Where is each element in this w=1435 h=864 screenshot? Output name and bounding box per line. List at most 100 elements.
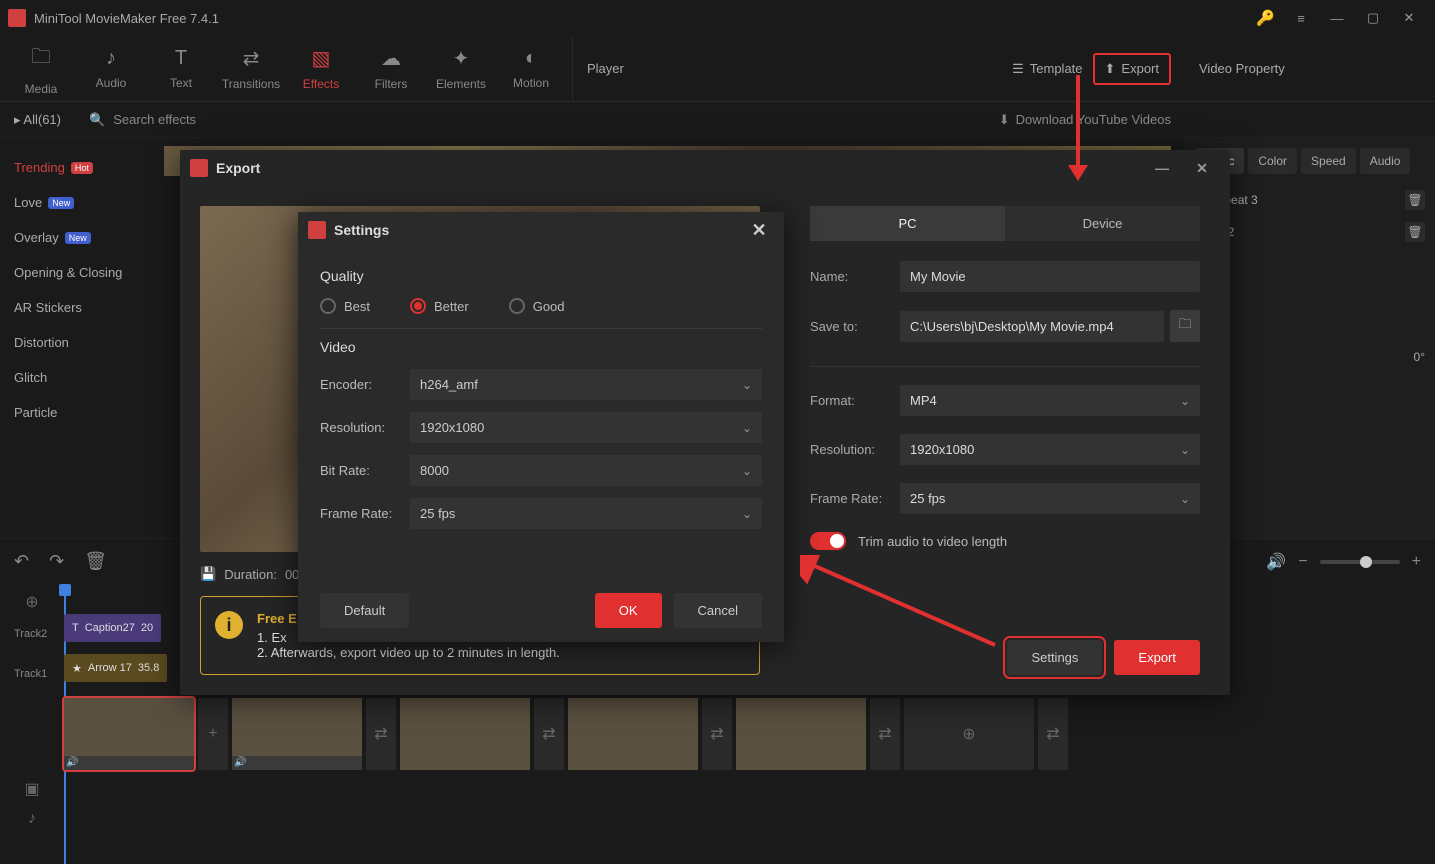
filter-row: ▸ All(61) 🔍 Search effects ⬇ Download Yo… [0, 102, 1435, 138]
delete-icon[interactable]: 🗑 [1405, 222, 1425, 242]
media-icon: 🗀 [31, 42, 51, 76]
close-button[interactable]: ✕ [1391, 0, 1427, 36]
effect-clip[interactable]: ★Arrow 1735.8 [64, 654, 167, 682]
video-clip[interactable] [568, 698, 698, 770]
encoder-select[interactable]: h264_amf⌄ [410, 369, 762, 400]
template-icon: ☰ [1012, 61, 1024, 77]
tool-transitions[interactable]: ⇄Transitions [216, 36, 286, 101]
audio-icon[interactable]: 🔊 [1266, 552, 1286, 572]
text-clip[interactable]: TCaption2720 [64, 614, 161, 642]
export-tab-pc[interactable]: PC [810, 206, 1005, 241]
s-resolution-select[interactable]: 1920x1080⌄ [410, 412, 762, 443]
name-input[interactable]: My Movie [900, 261, 1200, 292]
encoder-label: Encoder: [320, 377, 410, 392]
add-track-icon[interactable]: ⊕ [0, 592, 64, 612]
dialog-minimize-button[interactable]: — [1144, 150, 1180, 186]
s-framerate-select[interactable]: 25 fps⌄ [410, 498, 762, 529]
resolution-select[interactable]: 1920x1080⌄ [900, 434, 1200, 465]
player-label: Player [587, 61, 624, 76]
video-clip[interactable] [736, 698, 866, 770]
maximize-button[interactable]: ▢ [1355, 0, 1391, 36]
sidebar-item-ar-stickers[interactable]: AR Stickers [14, 290, 136, 325]
tool-media[interactable]: 🗀Media [6, 36, 76, 101]
tool-text[interactable]: TText [146, 36, 216, 101]
transition-slot[interactable]: ⇄ [366, 698, 396, 770]
export-dialog-title: Export [216, 160, 260, 176]
window-titlebar: MiniTool MovieMaker Free 7.4.1 🔑 ≡ — ▢ ✕ [0, 0, 1435, 36]
zoom-slider[interactable] [1320, 560, 1400, 564]
quality-radio-best[interactable]: Best [320, 298, 370, 314]
video-clip[interactable]: 🔊 [64, 698, 194, 770]
sidebar-item-love[interactable]: Love New [14, 185, 136, 220]
dialog-close-button[interactable]: ✕ [1184, 150, 1220, 186]
tool-elements[interactable]: ✦Elements [426, 36, 496, 101]
prop-tab-color[interactable]: Color [1248, 148, 1297, 174]
download-youtube-button[interactable]: ⬇ Download YouTube Videos [985, 112, 1185, 128]
quality-radio-better[interactable]: Better [410, 298, 469, 314]
export-button[interactable]: ⬆ Export [1093, 53, 1171, 85]
app-title: MiniTool MovieMaker Free 7.4.1 [34, 11, 219, 26]
transition-slot[interactable]: ⇄ [1038, 698, 1068, 770]
filters-icon: ☁ [381, 46, 401, 71]
saveto-input[interactable]: C:\Users\bj\Desktop\My Movie.mp4 [900, 311, 1164, 342]
template-button[interactable]: ☰ Template [1002, 55, 1092, 83]
video-clip[interactable] [400, 698, 530, 770]
menu-icon[interactable]: ≡ [1283, 0, 1319, 36]
delete-button[interactable]: 🗑 [84, 551, 107, 572]
video-track: 🔊 + 🔊 ⇄ ⇄ ⇄ ⇄ ⊕ ⇄ [0, 694, 1435, 774]
trim-audio-toggle[interactable] [810, 532, 846, 550]
settings-dialog: Settings ✕ Quality BestBetterGood Video … [298, 212, 784, 642]
saveto-label: Save to: [810, 319, 900, 334]
search-effects-input[interactable]: 🔍 Search effects [75, 112, 435, 128]
ok-button[interactable]: OK [595, 593, 662, 628]
sidebar-item-glitch[interactable]: Glitch [14, 360, 136, 395]
prop-tab-speed[interactable]: Speed [1301, 148, 1356, 174]
redo-button[interactable]: ↷ [49, 551, 64, 572]
export-tab-device[interactable]: Device [1005, 206, 1200, 241]
sidebar-item-trending[interactable]: Trending Hot [14, 150, 136, 185]
transition-slot[interactable]: + [198, 698, 228, 770]
trim-audio-label: Trim audio to video length [858, 534, 1007, 549]
default-button[interactable]: Default [320, 593, 409, 628]
export-confirm-button[interactable]: Export [1114, 640, 1200, 675]
save-icon: 💾 [200, 566, 216, 582]
tool-filters[interactable]: ☁Filters [356, 36, 426, 101]
framerate-select[interactable]: 25 fps⌄ [900, 483, 1200, 514]
add-clip-slot[interactable]: ⊕ [904, 698, 1034, 770]
transition-slot[interactable]: ⇄ [870, 698, 900, 770]
app-logo-icon [308, 221, 326, 239]
sidebar-item-distortion[interactable]: Distortion [14, 325, 136, 360]
zoom-out-button[interactable]: − [1298, 553, 1307, 571]
bitrate-select[interactable]: 8000⌄ [410, 455, 762, 486]
video-clip[interactable]: 🔊 [232, 698, 362, 770]
tool-effects[interactable]: ▧Effects [286, 36, 356, 101]
framerate-label: Frame Rate: [810, 491, 900, 506]
motion-icon: ◐ [525, 47, 537, 70]
transition-slot[interactable]: ⇄ [534, 698, 564, 770]
cancel-button[interactable]: Cancel [674, 593, 762, 628]
quality-radio-good[interactable]: Good [509, 298, 565, 314]
track2-label: Track2 [0, 628, 64, 640]
format-select[interactable]: MP4⌄ [900, 385, 1200, 416]
browse-button[interactable]: 🗀 [1170, 310, 1200, 342]
download-icon: ⬇ [999, 112, 1010, 128]
zoom-in-button[interactable]: + [1412, 553, 1421, 571]
effects-sidebar: Trending HotLove NewOverlay NewOpening &… [0, 138, 150, 538]
minimize-button[interactable]: — [1319, 0, 1355, 36]
sidebar-item-particle[interactable]: Particle [14, 395, 136, 430]
settings-button[interactable]: Settings [1007, 640, 1102, 675]
tool-motion[interactable]: ◐Motion [496, 36, 566, 101]
quality-section-label: Quality [320, 268, 762, 284]
delete-icon[interactable]: 🗑 [1405, 190, 1425, 210]
settings-close-button[interactable]: ✕ [744, 215, 774, 245]
sidebar-item-opening-closing[interactable]: Opening & Closing [14, 255, 136, 290]
effects-icon: ▧ [312, 46, 331, 71]
prop-tab-audio[interactable]: Audio [1360, 148, 1411, 174]
elements-icon: ✦ [453, 46, 470, 71]
tool-audio[interactable]: ♪Audio [76, 36, 146, 101]
all-filter[interactable]: ▸ All(61) [0, 112, 75, 128]
key-icon[interactable]: 🔑 [1256, 9, 1275, 27]
sidebar-item-overlay[interactable]: Overlay New [14, 220, 136, 255]
transition-slot[interactable]: ⇄ [702, 698, 732, 770]
undo-button[interactable]: ↶ [14, 551, 29, 572]
